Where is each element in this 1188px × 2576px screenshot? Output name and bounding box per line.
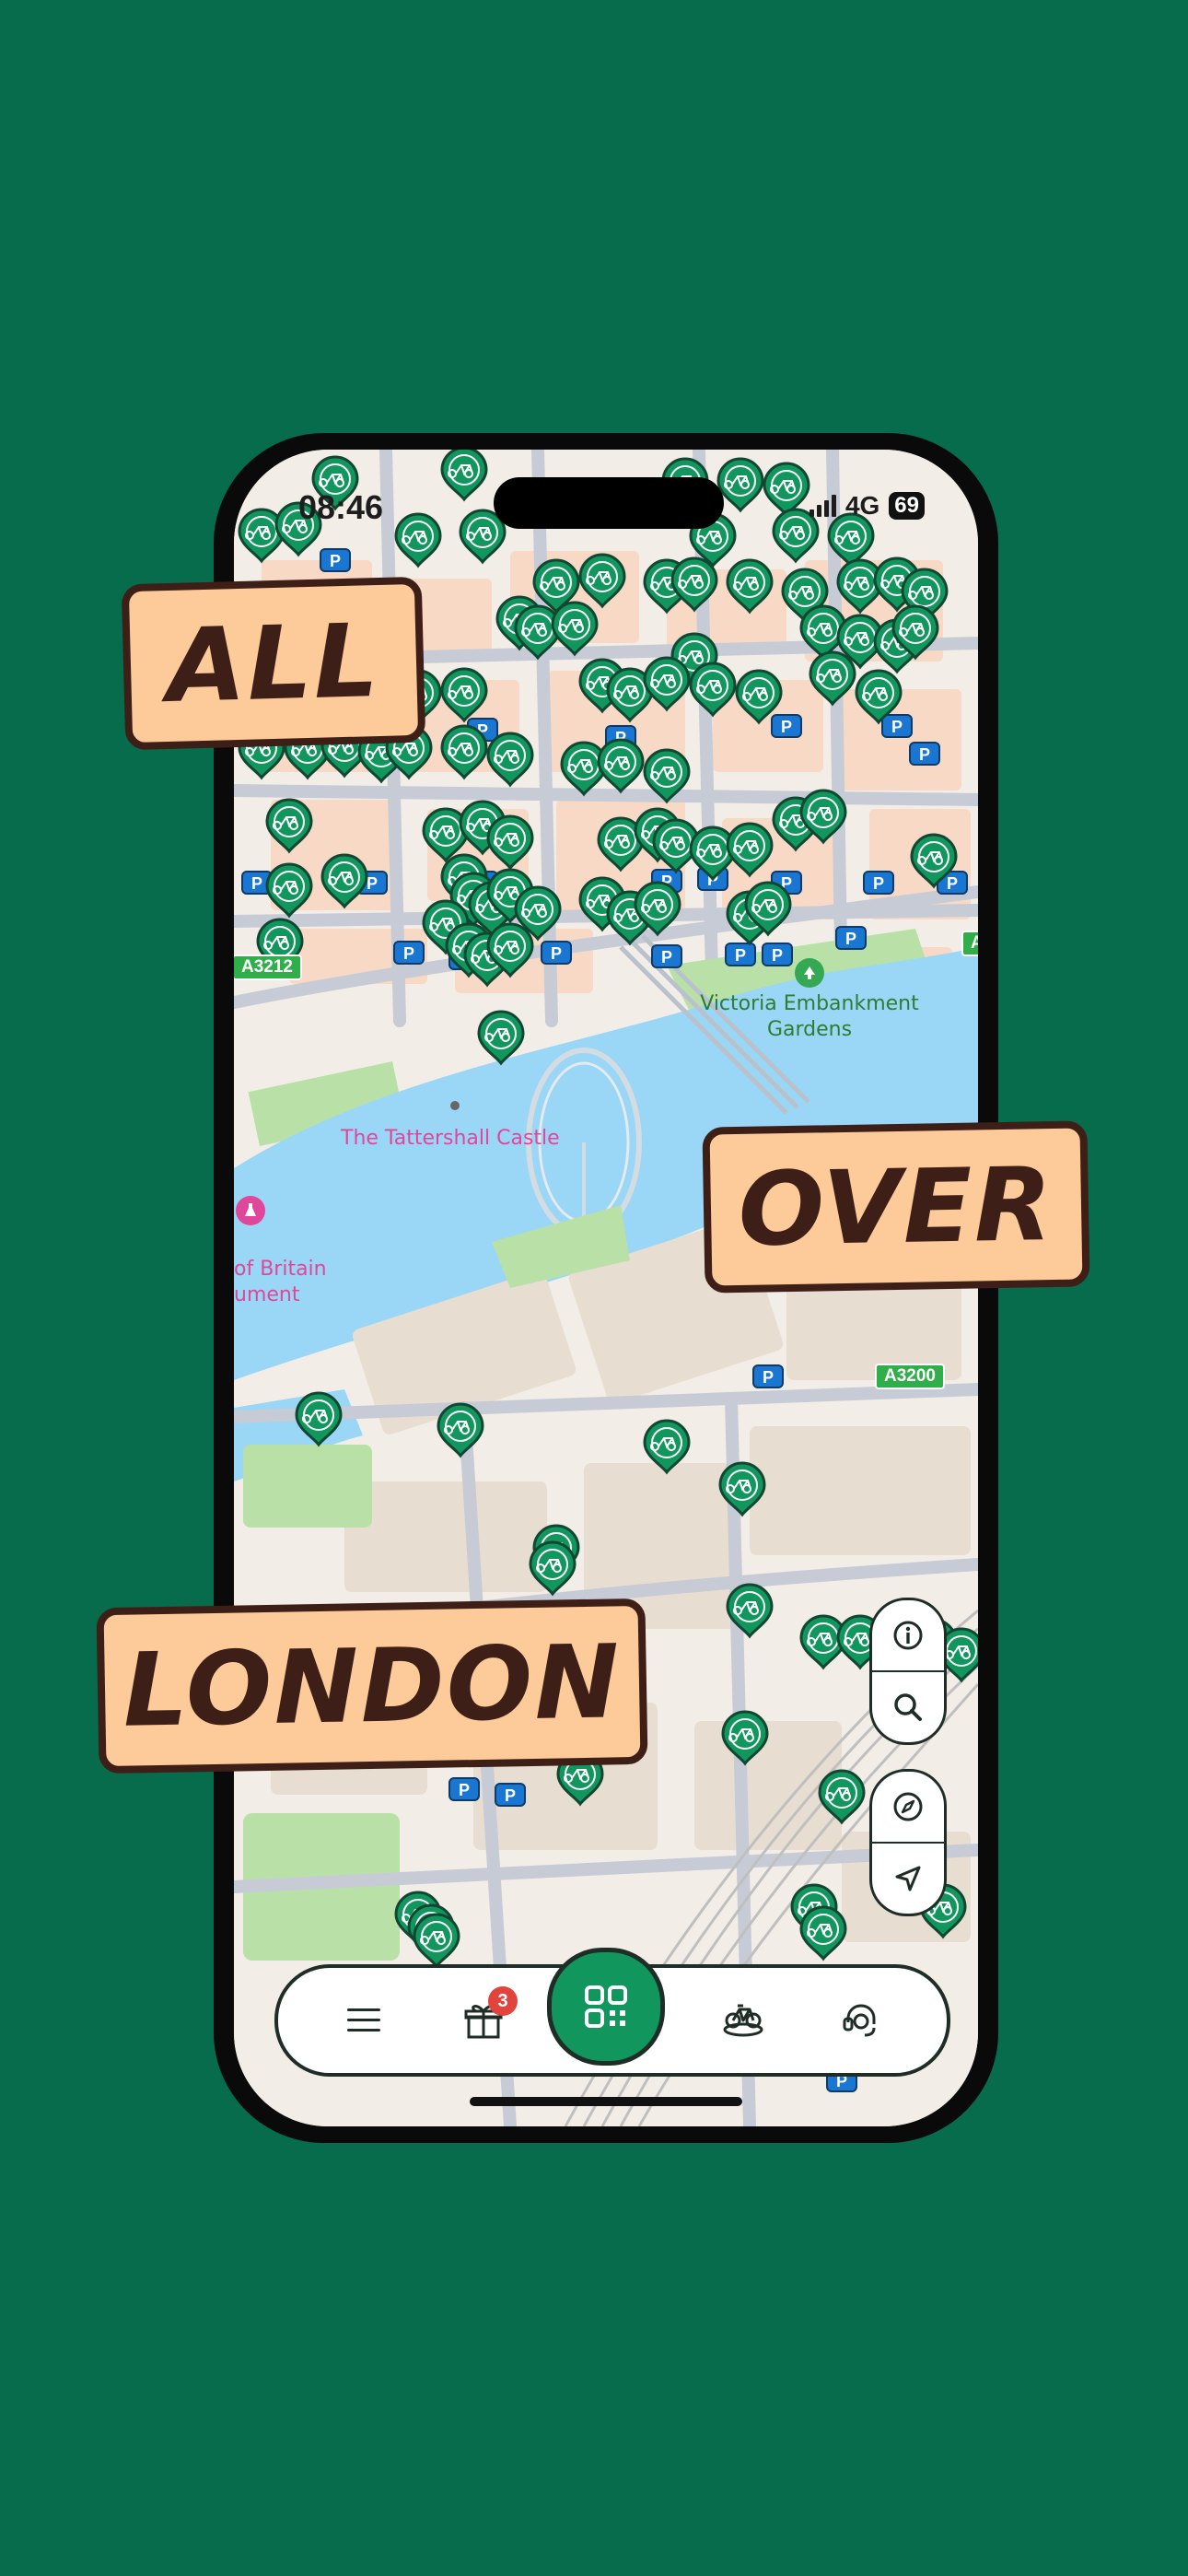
map-control-group-bottom [869,1769,947,1916]
search-icon [894,1693,922,1721]
signal-icon [809,495,836,517]
attraction-label: The Tattershall Castle [341,1127,560,1150]
scan-icon [585,1985,627,2028]
scan-qr-button[interactable] [547,1948,665,2066]
headline-over: OVER [702,1120,1090,1294]
parking-symbol: P [661,948,672,966]
status-indicators: 4G 69 [809,490,925,521]
locate-icon [895,1866,921,1891]
parking-symbol: P [891,718,903,736]
dynamic-island [494,477,724,529]
parking-symbol: P [845,930,856,948]
park-label-text: Victoria Embankment Gardens [700,992,919,1041]
parking-symbol: P [551,944,562,963]
home-indicator [470,2097,742,2106]
parking-symbol: P [873,874,884,893]
network-type: 4G [844,491,880,520]
headline-london: LONDON [96,1598,648,1774]
compass-button[interactable] [872,1772,944,1842]
parking-symbol: P [251,874,262,893]
tab-my-rides[interactable] [702,1968,785,2073]
info-icon [893,1621,923,1650]
parking-symbol: P [403,944,414,963]
compass-icon [893,1792,923,1821]
parking-symbol: P [781,718,792,736]
parking-symbol: P [947,874,958,893]
monument-label-text: of Britain ument [234,1258,327,1306]
info-button[interactable] [872,1600,944,1670]
battery-icon: 69 [889,492,925,520]
support-icon [843,2004,876,2037]
parking-symbol: P [459,1781,470,1799]
road-sign-a3200: A3200 [875,1364,945,1389]
tab-support[interactable] [820,1968,903,2073]
bike-icon [723,2004,763,2037]
status-time: 08:46 [298,488,384,526]
parking-symbol: P [330,552,341,570]
monument-icon [236,1196,265,1225]
rewards-badge: 3 [488,1986,518,2016]
parking-symbol: P [367,874,378,893]
park-label: Victoria Embankment Gardens [694,958,925,1043]
menu-icon [347,2008,380,2032]
headline-all: ALL [121,576,426,751]
parking-symbol: P [763,1368,774,1387]
road-sign-a3212: A3212 [234,954,302,980]
tab-menu[interactable] [322,1968,405,2073]
locate-button[interactable] [872,1844,944,1914]
search-button[interactable] [872,1672,944,1742]
road-sign-edge: A [961,931,978,956]
parking-symbol: P [919,745,930,764]
parking-symbol: P [505,1786,516,1805]
park-icon [795,958,824,988]
tab-rewards[interactable]: 3 [442,1968,525,2073]
map-control-group-top [869,1598,947,1745]
monument-label: of Britain ument [234,1170,327,1334]
